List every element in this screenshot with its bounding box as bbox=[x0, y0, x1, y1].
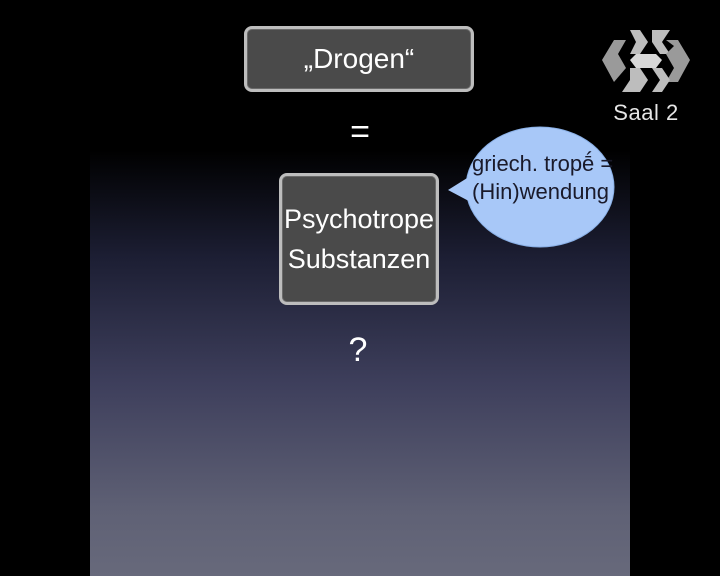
ccc-logo-icon bbox=[602, 30, 690, 92]
drogen-label: „Drogen“ bbox=[303, 43, 415, 74]
equals-sign: = bbox=[350, 113, 370, 151]
room-label: Saal 2 bbox=[613, 100, 679, 125]
psychotrope-line-1: Psychotrope bbox=[283, 204, 435, 234]
psychotrope-line-2: Substanzen bbox=[287, 244, 431, 274]
bubble-line-1: griech. tropḗ = bbox=[472, 151, 614, 176]
psychotrope-box: Psychotrope Substanzen bbox=[279, 173, 439, 305]
bubble-line-2: (Hin)wendung bbox=[472, 179, 609, 204]
drogen-box: „Drogen“ bbox=[244, 26, 474, 92]
question-mark: ? bbox=[348, 331, 368, 369]
bubble-text: griech. tropḗ = (Hin)wendung bbox=[472, 150, 614, 206]
